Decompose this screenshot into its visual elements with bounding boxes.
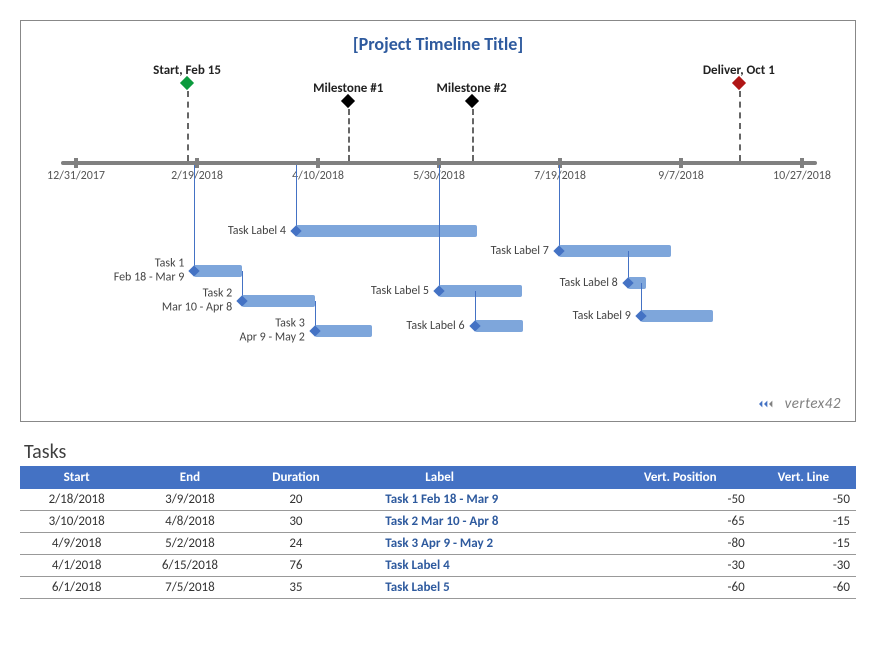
table-cell: 24 xyxy=(247,533,346,555)
table-row: 6/1/20187/5/201835Task Label 5-60-60 xyxy=(20,577,856,599)
table-cell: 6/1/2018 xyxy=(20,577,133,599)
task-bar xyxy=(559,245,672,257)
table-header: End xyxy=(133,466,246,489)
milestone-diamond-icon xyxy=(341,94,355,108)
table-cell: Task 1 Feb 18 - Mar 9 xyxy=(345,489,610,511)
task-bar xyxy=(296,225,478,237)
milestone-diamond-icon xyxy=(732,76,746,90)
axis-tick-label: 7/19/2018 xyxy=(534,169,586,183)
task-label: Task Label 9 xyxy=(573,309,637,323)
table-cell: 35 xyxy=(247,577,346,599)
chart-canvas: 12/31/20172/19/20184/10/20185/30/20187/1… xyxy=(21,21,855,421)
table-cell: 6/15/2018 xyxy=(133,555,246,577)
task-connector-line xyxy=(559,165,560,251)
axis-tick xyxy=(74,158,78,168)
table-cell: 7/5/2018 xyxy=(133,577,246,599)
task-label: Task Label 6 xyxy=(406,319,470,333)
table-cell: -30 xyxy=(610,555,751,577)
table-cell: Task Label 5 xyxy=(345,577,610,599)
table-cell: Task 2 Mar 10 - Apr 8 xyxy=(345,511,610,533)
logo-text: vertex42 xyxy=(785,395,841,413)
task-bar xyxy=(439,285,522,297)
task-bar xyxy=(242,295,315,307)
table-cell: 3/10/2018 xyxy=(20,511,133,533)
vertex42-logo: vertex42 xyxy=(759,395,841,413)
milestone-diamond-icon xyxy=(465,94,479,108)
milestone-dashed-line xyxy=(472,109,474,161)
milestone-diamond-icon xyxy=(180,76,194,90)
milestone-dashed-line xyxy=(187,91,189,161)
table-cell: Task Label 4 xyxy=(345,555,610,577)
task-label: Task Label 5 xyxy=(371,284,435,298)
task-label: Task 2Mar 10 - Apr 8 xyxy=(162,287,238,316)
table-cell: 20 xyxy=(247,489,346,511)
task-label: Task Label 4 xyxy=(228,224,292,238)
logo-icon xyxy=(759,397,779,411)
axis-tick xyxy=(195,158,199,168)
timeline-chart: [Project Timeline Title] 12/31/20172/19/… xyxy=(20,20,856,422)
table-cell: 4/1/2018 xyxy=(20,555,133,577)
table-cell: 76 xyxy=(247,555,346,577)
table-header: Vert. Line xyxy=(751,466,856,489)
axis-tick-label: 10/27/2018 xyxy=(773,169,831,183)
axis-tick xyxy=(316,158,320,168)
tasks-table: StartEndDurationLabelVert. PositionVert.… xyxy=(20,466,856,599)
table-header: Start xyxy=(20,466,133,489)
table-cell: 5/2/2018 xyxy=(133,533,246,555)
table-cell: -30 xyxy=(751,555,856,577)
task-label: Task 3Apr 9 - May 2 xyxy=(240,317,311,346)
table-cell: 4/9/2018 xyxy=(20,533,133,555)
table-cell: -65 xyxy=(610,511,751,533)
table-cell: -15 xyxy=(751,533,856,555)
task-label: Task Label 7 xyxy=(491,244,555,258)
table-cell: -50 xyxy=(610,489,751,511)
table-cell: -80 xyxy=(610,533,751,555)
task-bar xyxy=(194,265,242,277)
table-row: 4/9/20185/2/201824Task 3 Apr 9 - May 2-8… xyxy=(20,533,856,555)
table-cell: -15 xyxy=(751,511,856,533)
table-header: Vert. Position xyxy=(610,466,751,489)
table-header: Label xyxy=(345,466,610,489)
task-label: Task 1Feb 18 - Mar 9 xyxy=(114,257,191,286)
task-bar xyxy=(315,325,372,337)
table-header: Duration xyxy=(247,466,346,489)
task-connector-line xyxy=(439,165,440,291)
table-cell: 2/18/2018 xyxy=(20,489,133,511)
task-connector-line xyxy=(194,165,195,271)
task-bar xyxy=(641,310,714,322)
milestone-dashed-line xyxy=(348,109,350,161)
axis-tick-label: 4/10/2018 xyxy=(292,169,344,183)
table-row: 4/1/20186/15/201876Task Label 4-30-30 xyxy=(20,555,856,577)
axis-tick xyxy=(679,158,683,168)
axis-tick xyxy=(800,158,804,168)
axis-tick-label: 2/19/2018 xyxy=(171,169,223,183)
task-bar xyxy=(475,320,524,332)
table-row: 3/10/20184/8/201830Task 2 Mar 10 - Apr 8… xyxy=(20,511,856,533)
table-cell: -60 xyxy=(751,577,856,599)
table-cell: Task 3 Apr 9 - May 2 xyxy=(345,533,610,555)
table-cell: 3/9/2018 xyxy=(133,489,246,511)
tasks-section-title: Tasks xyxy=(24,440,856,464)
axis-tick-label: 9/7/2018 xyxy=(658,169,704,183)
task-connector-line xyxy=(296,165,297,231)
axis-tick-label: 12/31/2017 xyxy=(47,169,105,183)
table-cell: -50 xyxy=(751,489,856,511)
task-label: Task Label 8 xyxy=(560,276,624,290)
table-row: 2/18/20183/9/201820Task 1 Feb 18 - Mar 9… xyxy=(20,489,856,511)
table-cell: 4/8/2018 xyxy=(133,511,246,533)
table-cell: -60 xyxy=(610,577,751,599)
milestone-dashed-line xyxy=(739,91,741,161)
table-cell: 30 xyxy=(247,511,346,533)
